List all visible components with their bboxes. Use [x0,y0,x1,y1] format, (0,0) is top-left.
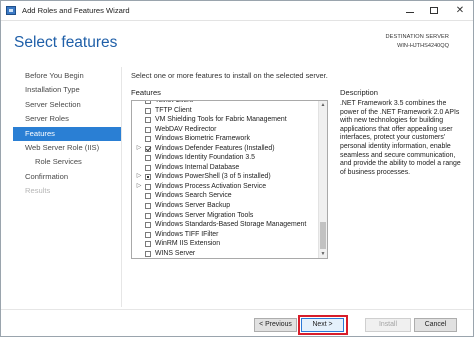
minimize-button[interactable] [399,1,421,20]
close-icon: ✕ [455,5,465,16]
wizard-nav: Before You Begin Installation Type Server … [13,69,121,199]
nav-item[interactable]: Role Services [13,155,121,169]
cancel-button[interactable]: Cancel [414,318,457,332]
feature-row[interactable]: Windows Server Backup [132,201,319,211]
server-manager-icon [6,6,16,15]
destination-server-name: WIN-HJTHS4240QQ [397,43,449,49]
feature-description: .NET Framework 3.5 combines the power of… [340,100,461,176]
feature-row[interactable]: Windows Search Service [132,191,319,201]
feature-row[interactable]: Windows Biometric Framework [132,134,319,144]
feature-label: Wireless LAN Service [155,258,222,259]
feature-checkbox[interactable] [145,231,151,238]
nav-item[interactable]: Web Server Role (IIS) [13,141,121,155]
feature-label: Windows Biometric Framework [155,135,250,143]
expand-icon[interactable]: ▷ [136,172,142,182]
feature-row[interactable]: Windows Standards-Based Storage Manageme… [132,220,319,230]
feature-row[interactable]: Windows TIFF IFilter [132,230,319,240]
feature-checkbox[interactable] [145,117,151,124]
feature-checkbox[interactable] [145,222,151,229]
nav-item[interactable]: Confirmation [13,170,121,184]
expand-icon[interactable]: ▷ [136,182,142,192]
feature-label: TFTP Client [155,106,192,114]
previous-button[interactable]: < Previous [254,318,297,332]
feature-label: Windows TIFF IFilter [155,230,219,238]
nav-item[interactable]: Installation Type [13,83,121,97]
feature-row[interactable]: Windows Server Migration Tools [132,211,319,221]
nav-item[interactable]: Features [13,126,121,141]
close-button[interactable]: ✕ [449,1,471,20]
instruction-text: Select one or more features to install o… [131,71,328,80]
footer-divider [1,309,473,310]
page-title: Select features [14,34,118,51]
feature-checkbox[interactable] [145,193,151,200]
feature-row[interactable]: Wireless LAN Service [132,258,319,259]
feature-checkbox[interactable] [145,183,151,190]
scroll-down-icon[interactable]: ▼ [319,250,327,258]
feature-label: Windows Defender Features (Installed) [155,144,275,152]
maximize-button[interactable] [423,1,445,20]
nav-item[interactable]: Server Selection [13,98,121,112]
features-list-rows: Telnet Client TFTP Client VM Shielding Too… [132,101,319,259]
feature-label: WinRM IIS Extension [155,240,221,248]
feature-label: Windows Server Backup [155,202,231,210]
feature-checkbox[interactable] [145,174,151,181]
feature-checkbox[interactable] [145,145,151,152]
feature-label: WebDAV Redirector [155,125,217,133]
features-heading: Features [131,88,161,97]
maximize-icon [430,7,438,14]
feature-checkbox[interactable] [145,241,151,248]
scroll-up-icon[interactable]: ▲ [319,101,327,109]
next-button-highlight [298,315,348,335]
feature-checkbox[interactable] [145,107,151,114]
feature-checkbox[interactable] [145,101,151,104]
feature-checkbox[interactable] [145,212,151,219]
feature-row[interactable]: ▷ Windows Defender Features (Installed) [132,144,319,154]
feature-row[interactable]: ▷ Windows PowerShell (3 of 5 installed) [132,172,319,182]
feature-label: WINS Server [155,249,196,257]
feature-row[interactable]: TFTP Client [132,106,319,116]
nav-divider [121,67,122,307]
minimize-icon [406,12,414,13]
description-heading: Description [340,88,378,97]
window-title: Add Roles and Features Wizard [22,6,130,15]
title-bar: Add Roles and Features Wizard ✕ [1,1,473,21]
feature-label: Windows Identity Foundation 3.5 [155,154,255,162]
features-list[interactable]: Telnet Client TFTP Client VM Shielding Too… [131,100,328,259]
feature-checkbox[interactable] [145,126,151,133]
wizard-window: Add Roles and Features Wizard ✕ Select f… [0,0,474,337]
feature-row[interactable]: VM Shielding Tools for Fabric Management [132,115,319,125]
nav-item[interactable]: Server Roles [13,112,121,126]
features-scrollbar[interactable]: ▲ ▼ [318,101,327,258]
feature-row[interactable]: Windows Internal Database [132,163,319,173]
feature-checkbox[interactable] [145,136,151,143]
feature-checkbox[interactable] [145,203,151,210]
feature-row[interactable]: WinRM IIS Extension [132,239,319,249]
feature-checkbox[interactable] [145,164,151,171]
feature-row[interactable]: ▷ Windows Process Activation Service [132,182,319,192]
nav-item[interactable]: Before You Begin [13,69,121,83]
feature-label: Windows Search Service [155,192,232,200]
feature-checkbox[interactable] [145,250,151,257]
feature-row[interactable]: Windows Identity Foundation 3.5 [132,153,319,163]
feature-label: Windows Process Activation Service [155,182,267,190]
scroll-thumb[interactable] [320,222,326,249]
feature-label: Windows PowerShell (3 of 5 installed) [155,173,271,181]
feature-row[interactable]: WINS Server [132,249,319,258]
feature-label: Windows Server Migration Tools [155,211,254,219]
feature-row[interactable]: WebDAV Redirector [132,125,319,135]
destination-server-label: DESTINATION SERVER [385,34,449,40]
expand-icon[interactable]: ▷ [136,144,142,154]
feature-label: Windows Internal Database [155,163,240,171]
nav-item: Results [25,186,51,196]
install-button: Install [365,318,411,332]
feature-label: VM Shielding Tools for Fabric Management [155,116,287,124]
feature-label: Windows Standards-Based Storage Manageme… [155,221,307,229]
feature-checkbox[interactable] [145,155,151,162]
